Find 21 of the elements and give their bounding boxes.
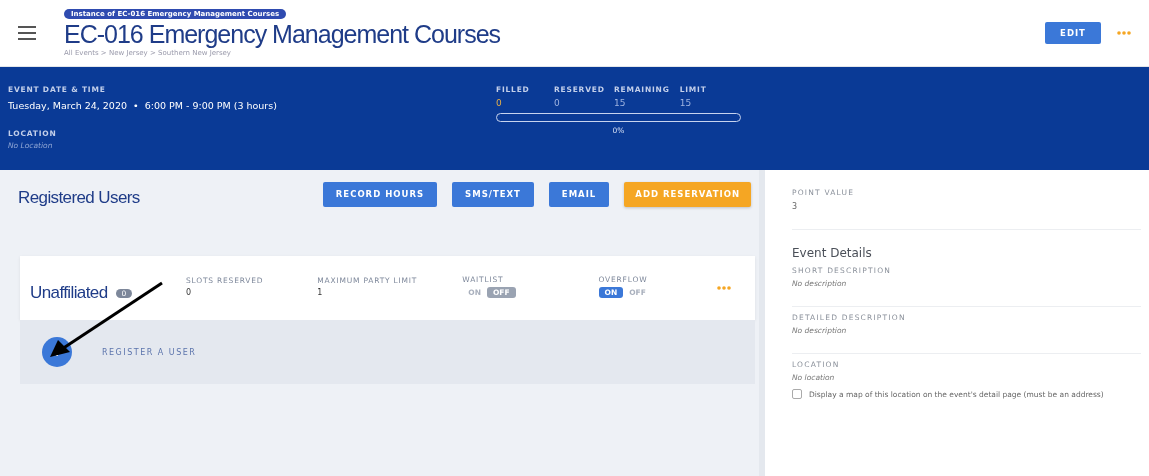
stat-value: 15 bbox=[679, 98, 693, 108]
checkbox[interactable] bbox=[792, 389, 802, 399]
page-title: EC-016 Emergency Management Courses bbox=[64, 19, 501, 49]
field-value: 0 bbox=[185, 287, 193, 297]
field-value: 1 bbox=[317, 287, 324, 297]
event-date: Tuesday, March 24, 2020 • 6:00 PM - 9:00 PM (3 hours) bbox=[8, 100, 278, 111]
section-title: Registered Users bbox=[18, 188, 140, 208]
more-icon[interactable] bbox=[717, 286, 731, 290]
stat-value: 0 bbox=[496, 98, 503, 108]
action-button[interactable]: EMAIL bbox=[548, 181, 610, 207]
edit-button[interactable]: EDIT bbox=[1045, 22, 1101, 44]
menu-icon[interactable] bbox=[18, 26, 36, 40]
stat-value: 15 bbox=[614, 98, 627, 108]
more-icon[interactable] bbox=[1117, 31, 1131, 35]
group-name: Unaffiliated bbox=[30, 283, 108, 303]
point-value: 3 bbox=[792, 202, 799, 211]
stat-value: 0 bbox=[554, 98, 561, 108]
action-button[interactable]: SMS/TEXT bbox=[452, 181, 534, 207]
section-title: Event Details bbox=[792, 246, 873, 260]
register-link[interactable]: REGISTER A USER bbox=[102, 347, 197, 357]
action-button[interactable]: RECORD HOURS bbox=[322, 181, 438, 207]
